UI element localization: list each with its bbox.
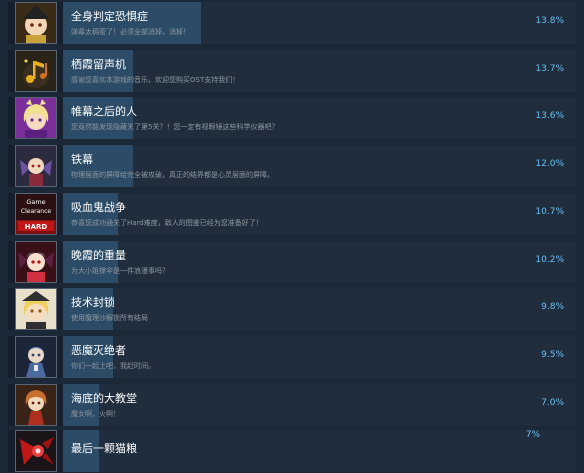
achievement-description: 你们一起上吧，我赶时间。 xyxy=(71,362,155,370)
character-portrait-icon xyxy=(15,97,57,139)
achievement-description: 使用魔理沙解锁所有结局 xyxy=(71,314,148,322)
progress-track xyxy=(63,336,576,378)
achievement-description: 弹幕太稠密了！必须全部消掉，消掉！ xyxy=(71,28,190,36)
character-portrait-icon xyxy=(15,384,57,426)
unlock-percentage: 13.7% xyxy=(535,64,564,74)
achievement-title: 帷幕之后的人 xyxy=(71,105,137,118)
character-portrait-icon xyxy=(15,288,57,330)
progress-track xyxy=(63,288,576,330)
character-portrait-icon xyxy=(15,145,57,187)
achievement-title: 晚霞的重量 xyxy=(71,249,126,262)
achievement-description: 您竟然能发现隐藏关了第5关？！您一定有视眼镜这些科学仪器吧？ xyxy=(71,123,279,131)
unlock-percentage: 10.7% xyxy=(535,207,564,217)
achievement-row[interactable]: 最后一颗猫粮 7% xyxy=(8,430,576,472)
achievement-row[interactable]: 海底的大教堂 魔女啊，火啊！ 7.0% xyxy=(8,384,576,426)
unlock-percentage: 13.6% xyxy=(535,111,564,121)
unlock-percentage: 13.8% xyxy=(535,16,564,26)
music-note-icon xyxy=(15,50,57,92)
achievement-title: 最后一颗猫粮 xyxy=(71,442,137,455)
achievement-row[interactable]: 晚霞的重量 为大小姐撑伞是一件浪漫事吗？ 10.2% xyxy=(8,241,576,283)
achievement-description: 魔女啊，火啊！ xyxy=(71,410,120,418)
achievement-description: 恭喜您成功通关了Hard难度，敌人的图鉴已经为您准备好了！ xyxy=(71,219,263,227)
achievement-title: 栖霞留声机 xyxy=(71,58,126,71)
achievement-description: 物理层面的屏障给完全被攻破，真正的结界都是心灵层面的屏障。 xyxy=(71,171,274,179)
svg-text:Clearance: Clearance xyxy=(21,208,51,215)
character-portrait-icon xyxy=(15,336,57,378)
character-portrait-icon xyxy=(15,241,57,283)
achievement-row[interactable]: Game Clearance HARD 吸血鬼战争 恭喜您成功通关了Hard难度… xyxy=(8,193,576,235)
unlock-percentage: 7.0% xyxy=(541,398,564,408)
achievement-row[interactable]: 栖霞留声机 感谢您喜欢本游戏的音乐。欢迎您购买OST支持我们！ 13.7% xyxy=(8,50,576,92)
game-clearance-hard-icon: Game Clearance HARD xyxy=(15,193,57,235)
character-portrait-icon xyxy=(15,430,57,472)
svg-text:Game: Game xyxy=(26,198,45,206)
achievement-description: 感谢您喜欢本游戏的音乐。欢迎您购买OST支持我们！ xyxy=(71,76,240,84)
progress-track xyxy=(63,430,576,472)
progress-track xyxy=(63,193,576,235)
unlock-percentage: 10.2% xyxy=(535,255,564,265)
progress-track xyxy=(63,384,576,426)
achievement-title: 恶魔灭绝者 xyxy=(71,344,126,357)
achievement-title: 吸血鬼战争 xyxy=(71,201,126,214)
achievement-row[interactable]: 全身判定恐惧症 弹幕太稠密了！必须全部消掉，消掉！ 13.8% xyxy=(8,2,576,44)
progress-track xyxy=(63,50,576,92)
achievement-title: 全身判定恐惧症 xyxy=(71,10,148,23)
achievement-title: 铁幕 xyxy=(71,153,93,166)
achievement-description: 为大小姐撑伞是一件浪漫事吗？ xyxy=(71,267,169,275)
unlock-percentage: 9.8% xyxy=(541,302,564,312)
progress-track xyxy=(63,241,576,283)
unlock-percentage: 9.5% xyxy=(541,350,564,360)
achievement-title: 技术封锁 xyxy=(71,296,115,309)
unlock-percentage: 12.0% xyxy=(535,159,564,169)
achievement-row[interactable]: 恶魔灭绝者 你们一起上吧，我赶时间。 9.5% xyxy=(8,336,576,378)
unlock-percentage: 7% xyxy=(525,430,540,440)
svg-text:HARD: HARD xyxy=(25,223,48,231)
character-portrait-icon xyxy=(15,2,57,44)
achievement-title: 海底的大教堂 xyxy=(71,392,137,405)
progress-track xyxy=(63,97,576,139)
achievement-row[interactable]: 铁幕 物理层面的屏障给完全被攻破，真正的结界都是心灵层面的屏障。 12.0% xyxy=(8,145,576,187)
progress-track xyxy=(63,145,576,187)
achievement-list: 全身判定恐惧症 弹幕太稠密了！必须全部消掉，消掉！ 13.8% 栖霞留声机 感谢… xyxy=(0,0,584,473)
achievement-row[interactable]: 技术封锁 使用魔理沙解锁所有结局 9.8% xyxy=(8,288,576,330)
achievement-row[interactable]: 帷幕之后的人 您竟然能发现隐藏关了第5关？！您一定有视眼镜这些科学仪器吧？ 13… xyxy=(8,97,576,139)
